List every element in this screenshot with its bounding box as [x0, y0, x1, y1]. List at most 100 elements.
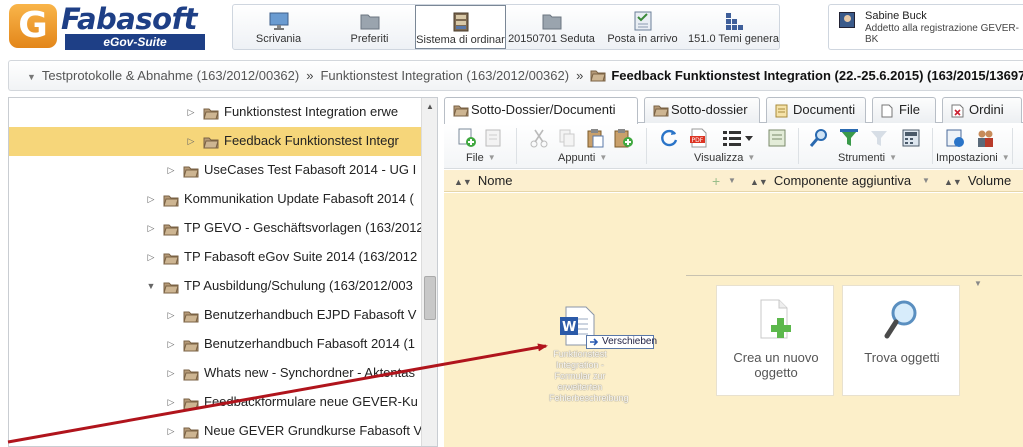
- action-label: Crea un nuovo oggetto: [733, 350, 819, 380]
- collapse-triangle-icon[interactable]: ▷: [145, 185, 157, 213]
- toolbar-item-sistema-di-ordinamento[interactable]: Sistema di ordinar: [415, 5, 506, 49]
- ribbon-group-visualizza[interactable]: Visualizza ▼: [694, 152, 755, 164]
- create-new-object-button[interactable]: Crea un nuovo oggetto: [716, 285, 834, 396]
- tree-item[interactable]: ▷ TP Fabasoft eGov Suite 2014 (163/2012: [9, 243, 421, 272]
- collapse-triangle-icon[interactable]: ▷: [185, 127, 197, 155]
- details-icon[interactable]: [766, 127, 788, 149]
- collapse-triangle-icon[interactable]: ▷: [165, 417, 177, 445]
- toolbar-item-label: Scrivania: [255, 33, 302, 45]
- settings-icon[interactable]: [944, 127, 966, 149]
- dossier-folder-icon: [183, 427, 199, 439]
- toolbar-item-label: Posta in arrivo: [607, 33, 678, 45]
- collapse-triangle-icon[interactable]: ▷: [165, 388, 177, 416]
- chevron-down-icon: ▼: [487, 153, 496, 162]
- dossier-folder-icon: [163, 224, 179, 236]
- collapse-triangle-icon[interactable]: ▷: [145, 214, 157, 242]
- toolbar-item-posta-in-arrivo[interactable]: Posta in arrivo: [597, 5, 688, 49]
- breadcrumb-item[interactable]: Funktionstest Integration (163/2012/0036…: [320, 68, 569, 83]
- expand-triangle-icon[interactable]: ▼: [145, 272, 157, 300]
- breadcrumb-dropdown-icon[interactable]: ▼: [27, 63, 36, 90]
- collapse-triangle-icon[interactable]: ▷: [165, 330, 177, 358]
- tree-item[interactable]: ▷ Whats new - Synchordner - Aktentas: [9, 359, 421, 388]
- toolbar-item-scrivania[interactable]: Scrivania: [233, 5, 324, 49]
- tree-item-label: Funktionstest Integration erwe: [224, 104, 399, 119]
- filter-icon[interactable]: [838, 127, 860, 149]
- ribbon-group-label: Visualizza: [694, 152, 744, 164]
- toolbar-item-preferiti[interactable]: Preferiti: [324, 5, 415, 49]
- view-list-icon[interactable]: [720, 127, 756, 149]
- tree-scrollbar[interactable]: ▲: [421, 98, 437, 446]
- action-label: Trova oggetti: [864, 350, 940, 365]
- tree-item[interactable]: ▷ Feedback Funktionstest Integr: [9, 127, 421, 156]
- tab-sotto-dossier-documenti[interactable]: Sotto-Dossier/Documenti: [444, 97, 638, 124]
- add-column-icon[interactable]: +: [712, 170, 720, 191]
- tree-item[interactable]: ▷ Neue GEVER Grundkurse Fabasoft V: [9, 417, 421, 446]
- breadcrumb-item[interactable]: Testprotokolle & Abnahme (163/2012/00362…: [42, 68, 299, 83]
- chevron-down-icon[interactable]: ▼: [922, 170, 930, 191]
- tab-sotto-dossier[interactable]: Sotto-dossier: [644, 97, 760, 123]
- main-toolbar: Scrivania Preferiti Sistema di ordinar 2…: [232, 4, 780, 50]
- magnifier-icon: [884, 300, 917, 339]
- tab-ordini[interactable]: Ordini: [942, 97, 1022, 123]
- calculator-icon[interactable]: [900, 127, 922, 149]
- search-icon[interactable]: [808, 127, 830, 149]
- ribbon-group-file[interactable]: File ▼: [466, 152, 496, 164]
- copy-icon[interactable]: [556, 127, 578, 149]
- user-box[interactable]: Sabine Buck Addetto alla registrazione G…: [828, 4, 1023, 50]
- refresh-icon[interactable]: [658, 127, 680, 149]
- ribbon-group-strumenti[interactable]: Strumenti ▼: [838, 152, 897, 164]
- tree-item-label: Benutzerhandbuch Fabasoft 2014 (1: [204, 336, 416, 351]
- properties-icon[interactable]: [482, 127, 504, 149]
- column-component[interactable]: ▲▼ Componente aggiuntiva: [750, 170, 911, 191]
- tree-item[interactable]: ▷ Benutzerhandbuch Fabasoft 2014 (1: [9, 330, 421, 359]
- tree-item[interactable]: ▷ Feedbackformulare neue GEVER-Ku: [9, 388, 421, 417]
- tree-item[interactable]: ▷ Kommunikation Update Fabasoft 2014 (: [9, 185, 421, 214]
- dossier-folder-icon: [183, 398, 199, 410]
- paste-icon[interactable]: [584, 127, 606, 149]
- tree-item[interactable]: ▷ Funktionstest Integration erwe: [9, 98, 421, 127]
- find-objects-button[interactable]: Trova oggetti: [842, 285, 960, 396]
- document-list-area[interactable]: ▼ Crea un nuovo oggetto Trova oggetti W: [444, 193, 1023, 447]
- tree-item-label: Feedback Funktionstest Integr: [224, 133, 399, 148]
- tab-bar: Sotto-Dossier/Documenti Sotto-dossier Do…: [444, 97, 1023, 124]
- tree-item[interactable]: ▷ TP GEVO - Geschäftsvorlagen (163/2012/: [9, 214, 421, 243]
- new-file-icon[interactable]: [456, 127, 478, 149]
- scrollbar-thumb[interactable]: [424, 276, 436, 320]
- filter-remove-icon[interactable]: [868, 127, 890, 149]
- scroll-up-icon[interactable]: ▲: [426, 102, 434, 111]
- collapse-triangle-icon[interactable]: ▷: [165, 301, 177, 329]
- collapse-triangle-icon[interactable]: ▷: [185, 98, 197, 126]
- tree-item-label: UseCases Test Fabasoft 2014 - UG I: [204, 162, 417, 177]
- app-header: G Fabasoft eGov-Suite Scrivania Preferit…: [0, 0, 1023, 56]
- fabasoft-logo: G Fabasoft eGov-Suite: [9, 4, 205, 50]
- users-icon[interactable]: [974, 127, 996, 149]
- collapse-triangle-icon[interactable]: ▷: [165, 156, 177, 184]
- ribbon-group-label: Appunti: [558, 152, 596, 164]
- ribbon-group-impostazioni[interactable]: Impostazioni ▼: [936, 152, 1010, 164]
- monitor-icon: [269, 12, 288, 30]
- tab-file[interactable]: File: [872, 97, 936, 123]
- tab-documenti[interactable]: Documenti: [766, 97, 866, 123]
- chevron-down-icon[interactable]: ▼: [728, 170, 736, 191]
- column-volume[interactable]: ▲▼ Volume: [944, 170, 1011, 191]
- pdf-icon[interactable]: PDF: [688, 127, 710, 149]
- tree-item[interactable]: ▷ Benutzerhandbuch EJPD Fabasoft V: [9, 301, 421, 330]
- breadcrumb-current: Feedback Funktionstest Integration (22.-…: [611, 68, 1023, 83]
- ribbon-group-appunti[interactable]: Appunti ▼: [558, 152, 607, 164]
- collapse-triangle-icon[interactable]: ▷: [145, 243, 157, 271]
- toolbar-item-temi-generali[interactable]: 151.0 Temi genera: [688, 5, 779, 49]
- chevron-down-icon[interactable]: ▼: [974, 279, 982, 288]
- tree-item-label: TP Ausbildung/Schulung (163/2012/003: [184, 278, 413, 293]
- column-name[interactable]: ▲▼ Nome: [454, 170, 513, 191]
- tree-item[interactable]: ▼ TP Ausbildung/Schulung (163/2012/003: [9, 272, 421, 301]
- tree-item-label: TP Fabasoft eGov Suite 2014 (163/2012: [184, 249, 418, 264]
- cut-icon[interactable]: [528, 127, 550, 149]
- collapse-triangle-icon[interactable]: ▷: [165, 359, 177, 387]
- svg-text:W: W: [562, 320, 576, 335]
- toolbar-item-label: Sistema di ordinar: [416, 34, 505, 46]
- dossier-folder-icon: [203, 108, 219, 120]
- paste-special-icon[interactable]: [612, 127, 634, 149]
- toolbar-item-seduta[interactable]: 20150701 Seduta: [506, 5, 597, 49]
- tree-item[interactable]: ▷ UseCases Test Fabasoft 2014 - UG I: [9, 156, 421, 185]
- drag-tooltip-label: Verschieben: [602, 336, 658, 347]
